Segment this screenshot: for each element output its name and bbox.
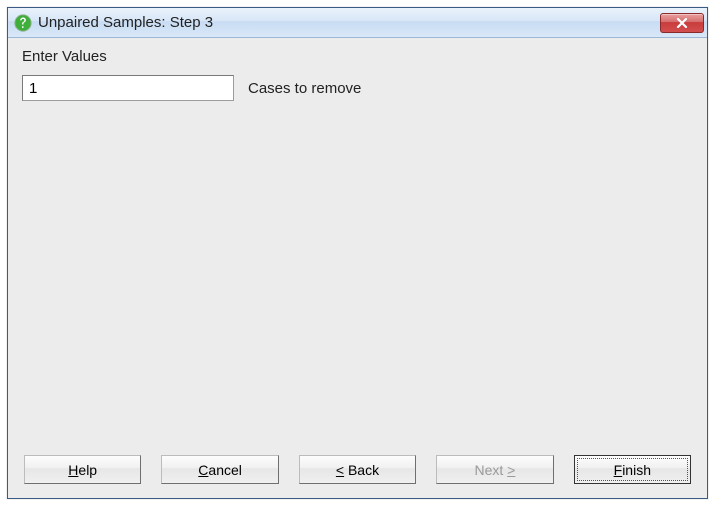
cancel-button[interactable]: Cancel xyxy=(161,455,278,484)
cases-to-remove-input[interactable] xyxy=(22,75,234,101)
title-bar: Unpaired Samples: Step 3 xyxy=(8,8,707,38)
finish-button[interactable]: Finish xyxy=(574,455,691,484)
back-button[interactable]: < Back xyxy=(299,455,416,484)
close-icon xyxy=(676,18,688,28)
help-icon xyxy=(14,14,32,32)
window-title: Unpaired Samples: Step 3 xyxy=(38,14,660,31)
help-button[interactable]: Help xyxy=(24,455,141,484)
section-label: Enter Values xyxy=(22,48,693,65)
next-button: Next > xyxy=(436,455,553,484)
input-row: Cases to remove xyxy=(22,75,693,101)
dialog-window: Unpaired Samples: Step 3 Enter Values Ca… xyxy=(7,7,708,499)
dialog-content: Enter Values Cases to remove Help Cancel… xyxy=(8,38,707,498)
cases-to-remove-label: Cases to remove xyxy=(248,80,361,97)
spacer xyxy=(22,101,693,451)
button-bar: Help Cancel < Back Next > Finish xyxy=(22,451,693,490)
close-button[interactable] xyxy=(660,13,704,33)
